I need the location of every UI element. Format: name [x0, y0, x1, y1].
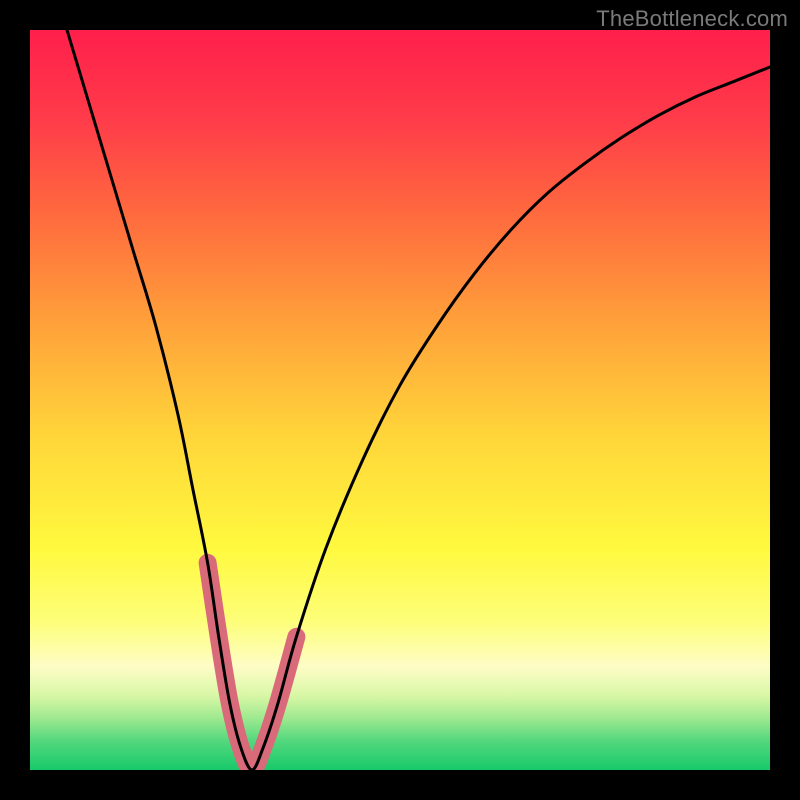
- curve-layer: [30, 30, 770, 770]
- chart-frame: TheBottleneck.com: [0, 0, 800, 800]
- bottleneck-curve: [67, 30, 770, 770]
- watermark-text: TheBottleneck.com: [596, 6, 788, 32]
- plot-area: [30, 30, 770, 770]
- highlight-band: [208, 563, 297, 770]
